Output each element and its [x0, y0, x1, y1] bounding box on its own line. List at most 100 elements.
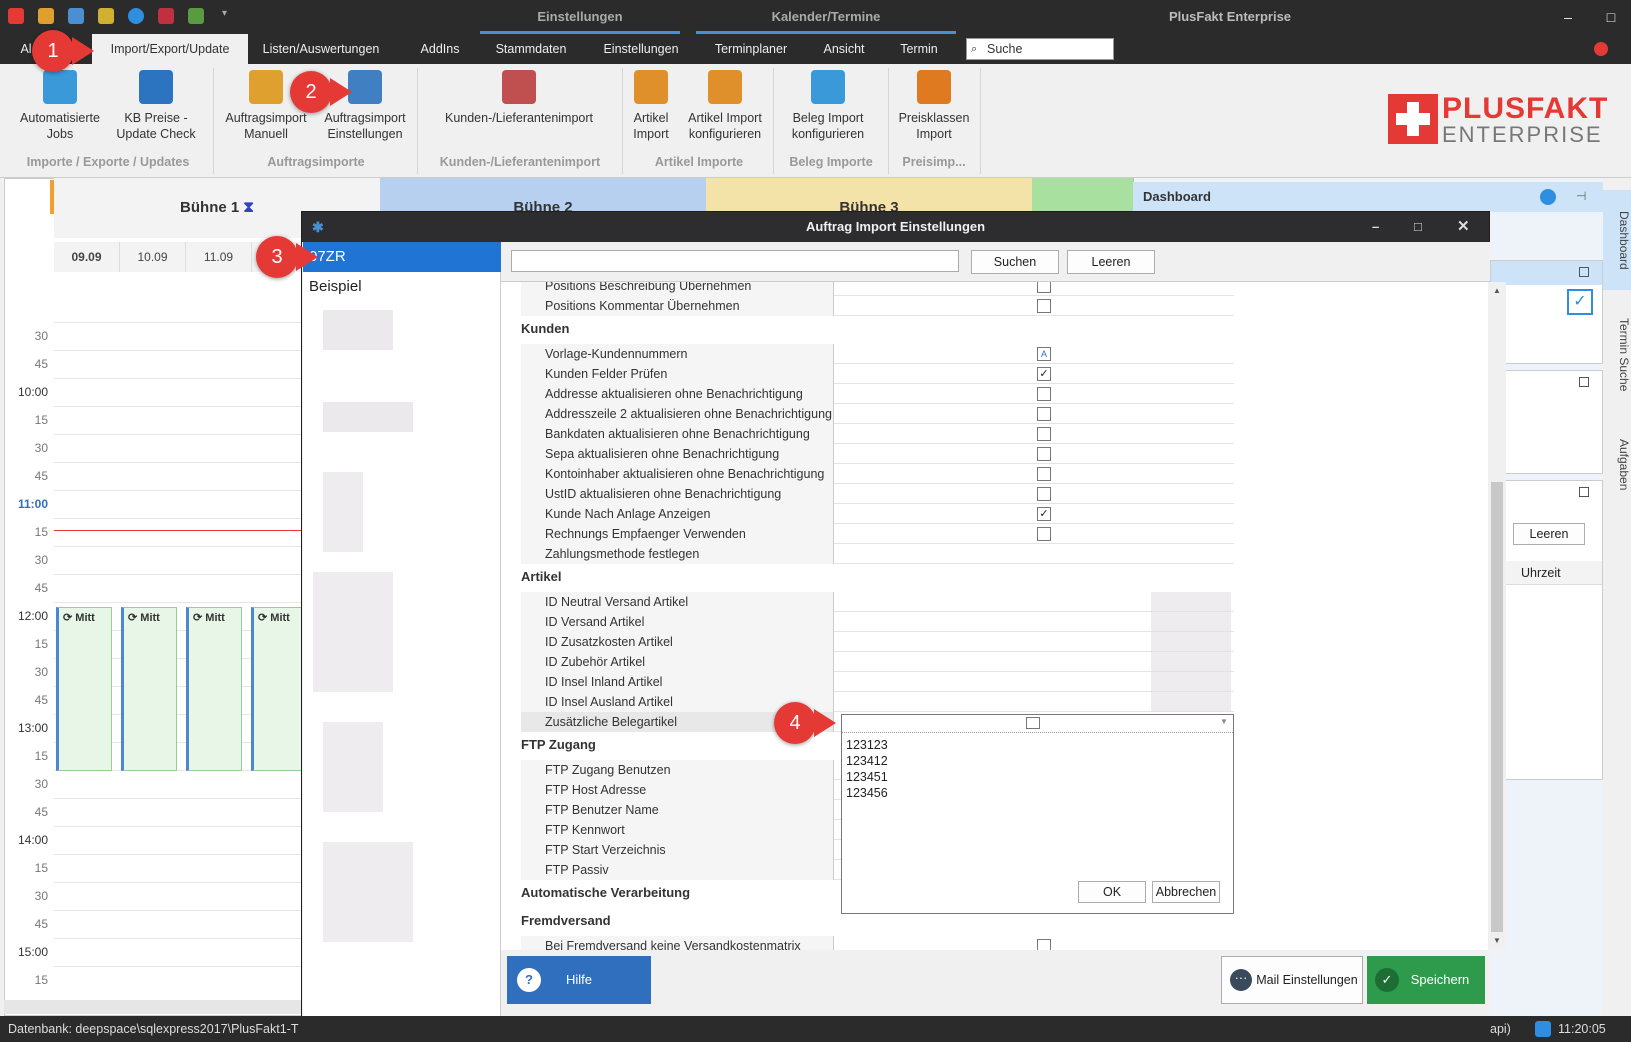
checkbox[interactable]: [1037, 427, 1051, 441]
menu-item-stammdaten[interactable]: Stammdaten: [484, 34, 578, 64]
checkbox[interactable]: ✓: [1037, 367, 1051, 381]
appointment[interactable]: ⟳ Mitt: [56, 607, 112, 771]
menu-item-termin[interactable]: Termin: [886, 34, 952, 64]
side-tab-dashboard[interactable]: Dashboard: [1603, 190, 1631, 290]
list-item-selected[interactable]: 07ZR: [303, 242, 501, 272]
cancel-button[interactable]: Abbrechen: [1152, 881, 1220, 903]
property-row[interactable]: ID Zusatzkosten Artikel: [521, 632, 1234, 652]
user-icon[interactable]: [1594, 42, 1608, 56]
checkbox[interactable]: [1037, 407, 1051, 421]
checkbox[interactable]: [1037, 939, 1051, 950]
checkbox[interactable]: [1037, 282, 1051, 293]
belegartikel-textarea[interactable]: 123123 123412 123451 123456: [846, 737, 1216, 873]
maximize-widget-icon[interactable]: [1579, 487, 1589, 497]
menu-item-import-export-update[interactable]: Import/Export/Update: [92, 34, 248, 64]
pin-icon[interactable]: ⊣: [1576, 189, 1586, 203]
menu-item-einstellungen[interactable]: Einstellungen: [590, 34, 692, 64]
artikel-import-konfigurieren-button[interactable]: Artikel Import konfigurieren: [680, 70, 770, 142]
appointment[interactable]: ⟳ Mitt: [186, 607, 242, 771]
search-input[interactable]: ⌕ Suche: [966, 38, 1114, 60]
checkbox[interactable]: [1037, 299, 1051, 313]
list-item[interactable]: Beispiel: [303, 272, 501, 302]
property-row[interactable]: UstID aktualisieren ohne Benachrichtigun…: [521, 484, 1234, 504]
horizontal-scrollbar[interactable]: [4, 1000, 304, 1014]
sync-status-icon[interactable]: [1535, 1021, 1551, 1037]
search-button[interactable]: Suchen: [971, 250, 1059, 274]
menu-item-terminplaner[interactable]: Terminplaner: [702, 34, 800, 64]
automatisierte-jobs-button[interactable]: Automatisierte Jobs: [12, 70, 108, 142]
column-header-uhrzeit[interactable]: Uhrzeit: [1491, 561, 1602, 585]
save-button[interactable]: ✓ Speichern: [1367, 956, 1485, 1004]
checkbox[interactable]: [1037, 467, 1051, 481]
maximize-widget-icon[interactable]: [1579, 267, 1589, 277]
app-icon[interactable]: [8, 8, 24, 24]
maximize-button[interactable]: □: [1591, 0, 1631, 34]
property-row[interactable]: Sepa aktualisieren ohne Benachrichtigung: [521, 444, 1234, 464]
checkbox-task-icon[interactable]: ✓: [1567, 289, 1593, 315]
section-header[interactable]: Artikel: [521, 566, 561, 588]
property-row[interactable]: ID Insel Ausland Artikel: [521, 692, 1234, 712]
property-row[interactable]: Addresse aktualisieren ohne Benachrichti…: [521, 384, 1234, 404]
quick-access-icon[interactable]: [38, 8, 54, 24]
property-row[interactable]: Vorlage-Kundennummern A: [521, 344, 1234, 364]
section-header[interactable]: Fremdversand: [521, 910, 611, 932]
minimize-button[interactable]: –: [1545, 0, 1591, 34]
close-button[interactable]: ✕: [1457, 212, 1470, 242]
menu-item-addins[interactable]: AddIns: [404, 34, 476, 64]
ok-button[interactable]: OK: [1078, 881, 1146, 903]
checkbox[interactable]: [1037, 527, 1051, 541]
scroll-thumb[interactable]: [1491, 482, 1503, 932]
refresh-icon[interactable]: [1540, 189, 1556, 205]
property-row[interactable]: Bankdaten aktualisieren ohne Benachricht…: [521, 424, 1234, 444]
clear-button[interactable]: Leeren: [1513, 523, 1585, 545]
quick-access-icon[interactable]: [158, 8, 174, 24]
kb-preise-update-button[interactable]: KB Preise - Update Check: [112, 70, 200, 142]
help-icon[interactable]: [128, 8, 144, 24]
appointment[interactable]: ⟳ Mitt: [121, 607, 177, 771]
vertical-scrollbar[interactable]: ▲ ▼: [1488, 282, 1506, 950]
artikel-import-button[interactable]: Artikel Import: [626, 70, 676, 142]
scroll-up-icon[interactable]: ▲: [1493, 286, 1501, 295]
quick-access-icon[interactable]: [68, 8, 84, 24]
section-header[interactable]: FTP Zugang: [521, 734, 596, 756]
dropdown-arrow-icon[interactable]: ▼: [1220, 717, 1228, 726]
property-row[interactable]: Kontoinhaber aktualisieren ohne Benachri…: [521, 464, 1234, 484]
popup-scrollbar[interactable]: [1220, 739, 1232, 873]
day-header[interactable]: 09.09: [54, 242, 120, 272]
checkbox[interactable]: [1037, 487, 1051, 501]
property-row[interactable]: Zahlungsmethode festlegen: [521, 544, 1234, 564]
section-header[interactable]: Automatische Verarbeitung: [521, 882, 690, 904]
appointment[interactable]: ⟳ Mitt: [251, 607, 303, 771]
scroll-down-icon[interactable]: ▼: [1493, 936, 1501, 945]
minimize-button[interactable]: –: [1372, 212, 1379, 242]
property-row[interactable]: Positions Beschreibung Übernehmen: [521, 282, 1234, 296]
edit-icon[interactable]: A: [1037, 347, 1051, 361]
day-header[interactable]: 10.09: [120, 242, 186, 272]
property-row[interactable]: ID Versand Artikel: [521, 612, 1234, 632]
property-row[interactable]: ID Zubehör Artikel: [521, 652, 1234, 672]
day-header[interactable]: 11.09: [186, 242, 252, 272]
section-header[interactable]: Kunden: [521, 318, 569, 340]
property-row[interactable]: Rechnungs Empfaenger Verwenden: [521, 524, 1234, 544]
checkbox[interactable]: [1037, 447, 1051, 461]
kunden-lieferantenimport-button[interactable]: Kunden-/Lieferantenimport: [428, 70, 610, 126]
property-row[interactable]: Positions Kommentar Übernehmen: [521, 296, 1234, 316]
checkbox[interactable]: ✓: [1037, 507, 1051, 521]
maximize-widget-icon[interactable]: [1579, 377, 1589, 387]
side-tab-termin-suche[interactable]: Termin Suche: [1603, 305, 1631, 405]
beleg-import-konfigurieren-button[interactable]: Beleg Import konfigurieren: [780, 70, 876, 142]
calendar-icon[interactable]: [188, 8, 204, 24]
quick-access-icon[interactable]: [98, 8, 114, 24]
property-row[interactable]: Addresszeile 2 aktualisieren ohne Benach…: [521, 404, 1234, 424]
mail-settings-button[interactable]: ··· Mail Einstellungen: [1221, 956, 1363, 1004]
checkbox[interactable]: [1037, 387, 1051, 401]
dialog-search-input[interactable]: [511, 250, 959, 272]
property-row[interactable]: Kunden Felder Prüfen ✓: [521, 364, 1234, 384]
menu-item-ansicht[interactable]: Ansicht: [812, 34, 876, 64]
side-tab-aufgaben[interactable]: Aufgaben: [1603, 430, 1631, 500]
property-row[interactable]: ID Insel Inland Artikel: [521, 672, 1234, 692]
customize-quick-access-icon[interactable]: ▾: [222, 8, 227, 19]
property-row[interactable]: Kunde Nach Anlage Anzeigen ✓: [521, 504, 1234, 524]
maximize-button[interactable]: □: [1414, 212, 1422, 242]
property-row[interactable]: Bei Fremdversand keine Versandkostenmatr…: [521, 936, 1234, 950]
